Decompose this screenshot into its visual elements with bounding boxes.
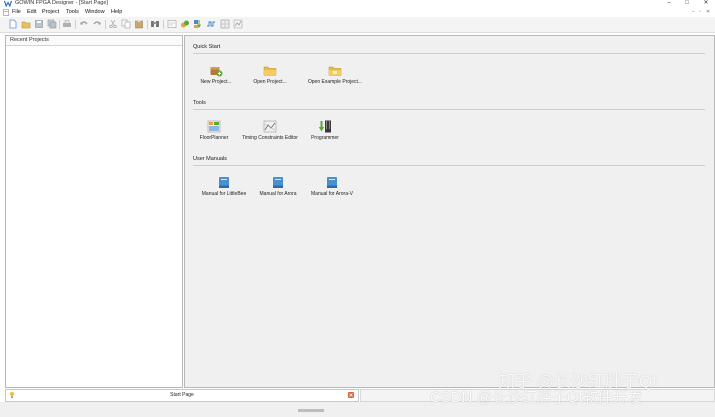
open-example-project-button[interactable]: Open Example Project... [300, 64, 370, 86]
section-title-user-manuals: User Manuals [193, 156, 227, 162]
maximize-window-button[interactable]: □ [680, 0, 694, 8]
new-project-icon [210, 67, 223, 77]
manual-arora-v-button[interactable]: Manual for Arora-V [297, 176, 367, 198]
menu-edit[interactable]: Edit [27, 9, 36, 16]
programmer-button[interactable]: Programmer [290, 120, 360, 142]
mdi-restore-button[interactable]: ▫ [699, 9, 701, 16]
mdi-close-button[interactable]: ✕ [706, 9, 710, 16]
start-page-tab-label: Start Page [170, 392, 194, 398]
toolbar-separator [59, 20, 60, 29]
report-icon[interactable] [233, 19, 243, 29]
programmer-icon [318, 120, 331, 133]
manual-book-icon [273, 177, 283, 188]
paste-icon[interactable] [134, 19, 144, 29]
toolbar-separator [105, 20, 106, 29]
manual-arora-v-label: Manual for Arora-V [311, 191, 353, 197]
save-icon[interactable] [34, 19, 44, 29]
save-all-icon[interactable] [47, 19, 57, 29]
document-icon [3, 9, 9, 16]
close-window-button[interactable]: ✕ [699, 0, 713, 8]
recent-projects-title: Recent Projects [10, 37, 49, 43]
new-file-icon[interactable] [8, 19, 18, 29]
splitter-handle[interactable] [298, 409, 324, 412]
open-project-button[interactable]: Open Project... [235, 64, 305, 86]
recent-projects-panel[interactable]: Recent Projects [5, 35, 183, 388]
cut-icon[interactable] [108, 19, 118, 29]
open-folder-icon [263, 66, 277, 76]
window-title: GOWIN FPGA Designer - [Start Page] [15, 0, 108, 6]
open-project-label: Open Project... [253, 79, 287, 85]
undo-icon[interactable] [79, 19, 89, 29]
floorplanner-icon [207, 120, 221, 133]
redo-icon[interactable] [92, 19, 102, 29]
menu-bar [0, 8, 715, 17]
section-divider [193, 165, 705, 166]
recent-projects-header: Recent Projects [6, 36, 182, 46]
find-icon[interactable] [150, 19, 160, 29]
gowin-logo-icon [4, 0, 12, 7]
menu-tools[interactable]: Tools [66, 9, 79, 16]
csdn-watermark: CSDN @长沙红胖子Qt软件开发 [430, 389, 643, 406]
start-page-tab[interactable]: Start Page [5, 389, 359, 402]
mdi-minimize-button[interactable]: – [692, 9, 695, 16]
close-x-icon [349, 393, 353, 397]
toolbar-separator [147, 20, 148, 29]
timing-icon[interactable] [206, 19, 216, 29]
manual-book-icon [327, 177, 337, 188]
copy-icon[interactable] [121, 19, 131, 29]
synthesize-icon[interactable] [167, 19, 177, 29]
toolbar-separator [163, 20, 164, 29]
program-device-icon[interactable] [193, 19, 203, 29]
manual-book-icon [219, 177, 229, 188]
menu-file[interactable]: File [12, 9, 21, 16]
menu-window[interactable]: Window [85, 9, 105, 16]
close-tab-icon[interactable] [348, 392, 354, 398]
menu-help[interactable]: Help [111, 9, 122, 16]
print-icon[interactable] [62, 19, 72, 29]
programmer-label: Programmer [311, 135, 339, 141]
menu-project[interactable]: Project [42, 9, 59, 16]
section-divider [193, 53, 705, 54]
start-page-panel: Quick Start New Project... Open Project.… [184, 35, 715, 388]
toolbar-separator [75, 20, 76, 29]
open-example-project-label: Open Example Project... [307, 79, 363, 85]
open-folder-icon[interactable] [21, 19, 31, 29]
open-example-folder-icon [328, 66, 342, 76]
section-title-tools: Tools [193, 100, 206, 106]
minimize-window-button[interactable]: – [662, 0, 676, 8]
section-title-quick-start: Quick Start [193, 44, 221, 50]
timing-constraints-icon [263, 120, 277, 133]
floorplan-icon[interactable] [220, 19, 230, 29]
place-route-icon[interactable] [180, 19, 190, 29]
section-divider [193, 109, 705, 110]
